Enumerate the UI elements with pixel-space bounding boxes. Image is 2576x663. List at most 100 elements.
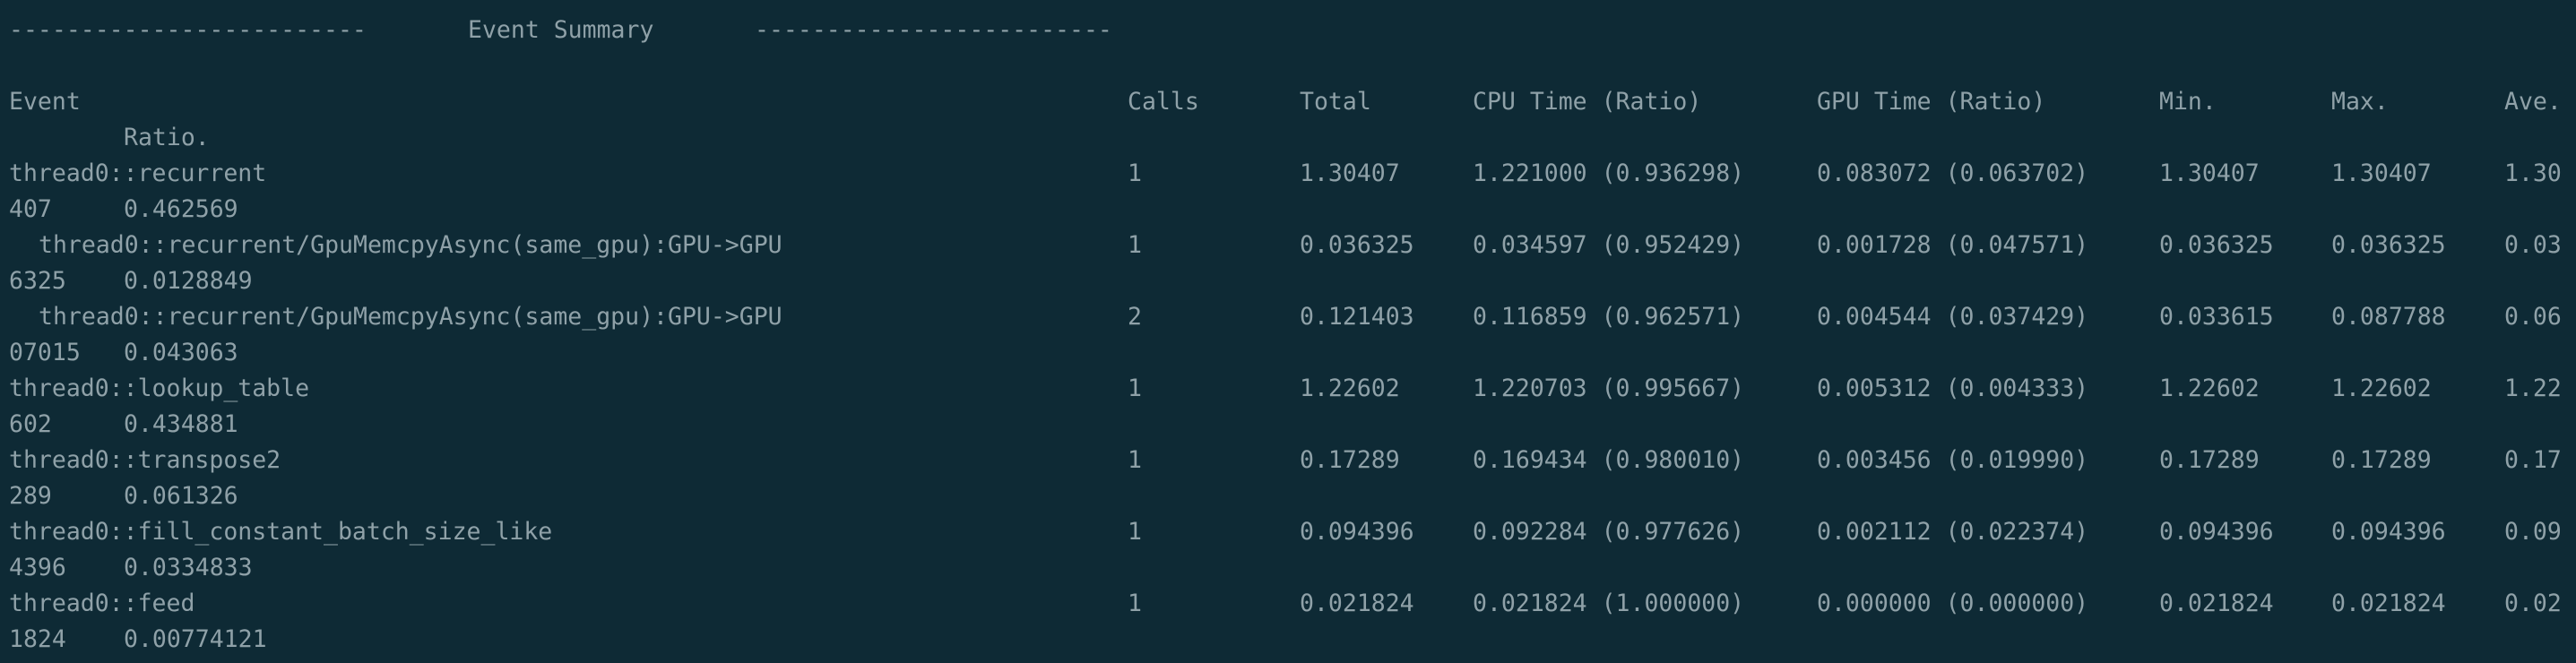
row-calls: 2 bbox=[1128, 303, 1142, 331]
summary-title-line: ------------------------- Event Summary … bbox=[0, 13, 2576, 48]
row-max: 0.087788 bbox=[2331, 303, 2446, 331]
row-max: 0.036325 bbox=[2331, 231, 2446, 259]
row-gpu-time: 0.005312 (0.004333) bbox=[1817, 375, 2089, 402]
row-gpu-time: 0.003456 (0.019990) bbox=[1817, 446, 2089, 474]
table-header-line: Event Calls Total CPU Time (Ratio) GPU T… bbox=[0, 84, 2576, 120]
row-max: 1.22602 bbox=[2331, 375, 2432, 402]
row-calls: 1 bbox=[1128, 159, 1142, 187]
header-max: Max. bbox=[2331, 88, 2389, 116]
summary-dashes-right: ------------------------- bbox=[755, 16, 1112, 44]
row-max: 1.30407 bbox=[2331, 159, 2432, 187]
row-cpu-time: 0.034597 (0.952429) bbox=[1473, 231, 1745, 259]
row-min: 0.021824 bbox=[2159, 590, 2274, 617]
row-cpu-time: 0.021824 (1.000000) bbox=[1473, 590, 1745, 617]
row-ratio: 0.00774121 bbox=[124, 625, 267, 653]
row-ave-end: 6325 bbox=[9, 267, 66, 295]
row-ave-end: 289 bbox=[9, 482, 52, 510]
row-ave-start: 1.30 bbox=[2504, 159, 2562, 187]
table-row-wrap: 1824 0.00774121 bbox=[0, 622, 2576, 658]
header-ratio: Ratio. bbox=[124, 124, 210, 151]
row-gpu-time: 0.002112 (0.022374) bbox=[1817, 518, 2089, 546]
row-max: 0.17289 bbox=[2331, 446, 2432, 474]
row-cpu-time: 1.221000 (0.936298) bbox=[1473, 159, 1745, 187]
row-cpu-time: 0.169434 (0.980010) bbox=[1473, 446, 1745, 474]
table-row-wrap: 6325 0.0128849 bbox=[0, 263, 2576, 299]
summary-dashes-left: ------------------------- bbox=[9, 16, 367, 44]
row-max: 0.021824 bbox=[2331, 590, 2446, 617]
row-cpu-time: 1.220703 (0.995667) bbox=[1473, 375, 1745, 402]
table-row-wrap: 289 0.061326 bbox=[0, 478, 2576, 514]
table-row-wrap: 4396 0.0334833 bbox=[0, 550, 2576, 586]
table-row-wrap: 602 0.434881 bbox=[0, 407, 2576, 443]
row-event: thread0::recurrent bbox=[9, 159, 267, 187]
table-row-wrap: 07015 0.043063 bbox=[0, 335, 2576, 371]
row-ratio: 0.0128849 bbox=[124, 267, 253, 295]
table-row-wrap: 407 0.462569 bbox=[0, 192, 2576, 228]
row-total: 1.22602 bbox=[1300, 375, 1400, 402]
header-cpu-time: CPU Time (Ratio) bbox=[1473, 88, 1702, 116]
row-ave-start: 0.17 bbox=[2504, 446, 2562, 474]
terminal-window: ------------------------- Event Summary … bbox=[0, 0, 2576, 663]
header-gpu-time: GPU Time (Ratio) bbox=[1817, 88, 2046, 116]
row-calls: 1 bbox=[1128, 231, 1142, 259]
row-gpu-time: 0.001728 (0.047571) bbox=[1817, 231, 2089, 259]
row-ave-start: 0.06 bbox=[2504, 303, 2562, 331]
row-total: 0.121403 bbox=[1300, 303, 1414, 331]
row-calls: 1 bbox=[1128, 446, 1142, 474]
row-min: 0.094396 bbox=[2159, 518, 2274, 546]
row-event: thread0::recurrent/GpuMemcpyAsync(same_g… bbox=[39, 303, 782, 331]
row-calls: 1 bbox=[1128, 375, 1142, 402]
table-row: thread0::fill_constant_batch_size_like 1… bbox=[0, 514, 2576, 550]
row-event: thread0::transpose2 bbox=[9, 446, 281, 474]
row-calls: 1 bbox=[1128, 590, 1142, 617]
row-ratio: 0.043063 bbox=[124, 339, 238, 366]
header-ave: Ave. bbox=[2504, 88, 2562, 116]
table-row: thread0::feed 1 0.021824 0.021824 (1.000… bbox=[0, 586, 2576, 622]
summary-title: Event Summary bbox=[468, 16, 654, 44]
table-row: thread0::recurrent 1 1.30407 1.221000 (0… bbox=[0, 156, 2576, 192]
row-total: 1.30407 bbox=[1300, 159, 1400, 187]
row-total: 0.094396 bbox=[1300, 518, 1414, 546]
row-ave-end: 4396 bbox=[9, 554, 66, 581]
table-header-wrap-line: Ratio. bbox=[0, 120, 2576, 156]
row-gpu-time: 0.000000 (0.000000) bbox=[1817, 590, 2089, 617]
row-ratio: 0.434881 bbox=[124, 410, 238, 438]
row-ratio: 0.061326 bbox=[124, 482, 238, 510]
row-min: 0.17289 bbox=[2159, 446, 2260, 474]
row-min: 0.033615 bbox=[2159, 303, 2274, 331]
row-gpu-time: 0.083072 (0.063702) bbox=[1817, 159, 2089, 187]
row-total: 0.17289 bbox=[1300, 446, 1400, 474]
header-total: Total bbox=[1300, 88, 1371, 116]
row-min: 0.036325 bbox=[2159, 231, 2274, 259]
row-event: thread0::fill_constant_batch_size_like bbox=[9, 518, 553, 546]
table-row: thread0::transpose2 1 0.17289 0.169434 (… bbox=[0, 443, 2576, 478]
row-cpu-time: 0.116859 (0.962571) bbox=[1473, 303, 1745, 331]
table-row: thread0::lookup_table 1 1.22602 1.220703… bbox=[0, 371, 2576, 407]
row-event: thread0::recurrent/GpuMemcpyAsync(same_g… bbox=[39, 231, 782, 259]
row-event: thread0::feed bbox=[9, 590, 195, 617]
row-ave-start: 0.02 bbox=[2504, 590, 2562, 617]
row-ratio: 0.462569 bbox=[124, 195, 238, 223]
row-ave-start: 0.09 bbox=[2504, 518, 2562, 546]
header-event: Event bbox=[9, 88, 81, 116]
row-total: 0.036325 bbox=[1300, 231, 1414, 259]
row-total: 0.021824 bbox=[1300, 590, 1414, 617]
row-ave-start: 1.22 bbox=[2504, 375, 2562, 402]
row-ratio: 0.0334833 bbox=[124, 554, 253, 581]
row-ave-end: 07015 bbox=[9, 339, 81, 366]
header-calls: Calls bbox=[1128, 88, 1199, 116]
row-ave-start: 0.03 bbox=[2504, 231, 2562, 259]
row-cpu-time: 0.092284 (0.977626) bbox=[1473, 518, 1745, 546]
row-ave-end: 1824 bbox=[9, 625, 66, 653]
row-calls: 1 bbox=[1128, 518, 1142, 546]
row-ave-end: 602 bbox=[9, 410, 52, 438]
row-min: 1.30407 bbox=[2159, 159, 2260, 187]
row-min: 1.22602 bbox=[2159, 375, 2260, 402]
row-event: thread0::lookup_table bbox=[9, 375, 310, 402]
table-row: thread0::recurrent/GpuMemcpyAsync(same_g… bbox=[0, 299, 2576, 335]
row-ave-end: 407 bbox=[9, 195, 52, 223]
table-row: thread0::recurrent/GpuMemcpyAsync(same_g… bbox=[0, 228, 2576, 263]
row-max: 0.094396 bbox=[2331, 518, 2446, 546]
row-gpu-time: 0.004544 (0.037429) bbox=[1817, 303, 2089, 331]
header-min: Min. bbox=[2159, 88, 2217, 116]
